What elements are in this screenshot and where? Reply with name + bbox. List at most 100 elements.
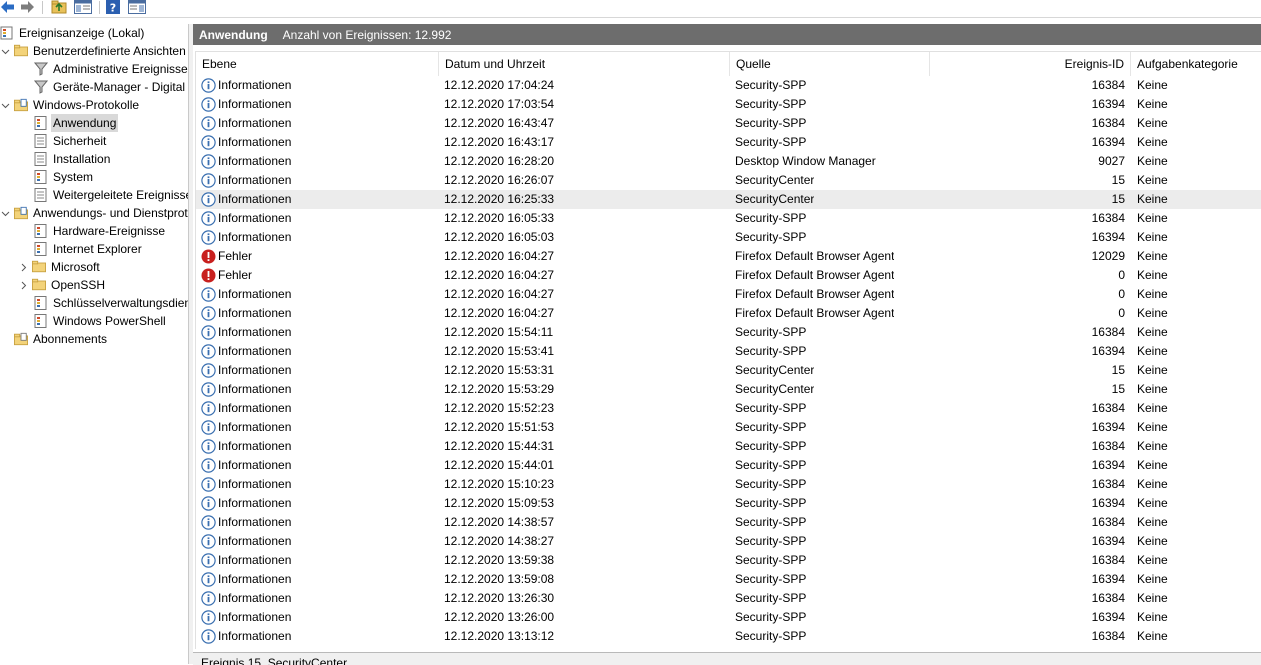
table-row[interactable]: Informationen 12.12.2020 16:05:33 Security…	[196, 209, 1261, 228]
cell-datetime: 12.12.2020 16:25:33	[444, 192, 555, 206]
cell-source: Security-SPP	[735, 116, 807, 130]
table-row[interactable]: Informationen 12.12.2020 15:54:11 Security…	[196, 323, 1261, 342]
cell-level: Informationen	[201, 532, 291, 551]
table-row[interactable]: Informationen 12.12.2020 15:52:23 Security…	[196, 399, 1261, 418]
table-row[interactable]: Informationen 12.12.2020 16:28:20 Desktop …	[196, 152, 1261, 171]
tree-node-hardware-events[interactable]: Hardware-Ereignisse	[34, 222, 167, 240]
tree-node-device-manager[interactable]: Geräte-Manager - Digital	[34, 78, 187, 96]
cell-source: Security-SPP	[735, 135, 807, 149]
level-text: Informationen	[218, 439, 292, 453]
chevron-right-icon[interactable]	[18, 280, 28, 290]
cell-level: Informationen	[201, 475, 291, 494]
table-row[interactable]: Informationen 12.12.2020 15:44:01 Security…	[196, 456, 1261, 475]
info-icon	[201, 629, 216, 644]
event-table: Ebene Datum und Uhrzeit Quelle Ereignis-…	[195, 51, 1261, 649]
chevron-down-icon[interactable]	[0, 208, 10, 218]
folder-icon	[32, 278, 46, 292]
log-header-bar: Anwendung Anzahl von Ereignissen: 12.992	[193, 24, 1261, 45]
table-row[interactable]: Informationen 12.12.2020 17:04:24 Security…	[196, 76, 1261, 95]
table-row[interactable]: Informationen 12.12.2020 13:13:12 Security…	[196, 627, 1261, 646]
info-icon	[201, 173, 216, 188]
cell-event-id: 16384	[1091, 629, 1125, 643]
table-row[interactable]: Informationen 12.12.2020 13:26:00 Security…	[196, 608, 1261, 627]
chevron-down-icon[interactable]	[0, 46, 10, 56]
tree-node-app-service-logs[interactable]: Anwendungs- und Dienstprotokolle	[0, 204, 188, 222]
table-row[interactable]: Informationen 12.12.2020 16:04:27 Firefox …	[196, 285, 1261, 304]
table-row[interactable]: Informationen 12.12.2020 16:05:03 Security…	[196, 228, 1261, 247]
tree-node-root[interactable]: Ereignisanzeige (Lokal)	[0, 24, 146, 42]
tree-node-subscriptions[interactable]: Abonnements	[14, 330, 109, 348]
column-header-event-id[interactable]: Ereignis-ID	[930, 52, 1131, 76]
tree-node-forwarded-events[interactable]: Weitergeleitete Ereignisse	[34, 186, 188, 204]
table-row[interactable]: Informationen 12.12.2020 13:59:38 Security…	[196, 551, 1261, 570]
table-row[interactable]: Informationen 12.12.2020 13:59:08 Security…	[196, 570, 1261, 589]
info-icon	[201, 192, 216, 207]
info-icon	[201, 553, 216, 568]
cell-category: Keine	[1137, 401, 1168, 415]
chevron-down-icon[interactable]	[0, 100, 10, 110]
cell-datetime: 12.12.2020 15:53:31	[444, 363, 555, 377]
cell-datetime: 12.12.2020 13:59:38	[444, 553, 555, 567]
filter-icon	[34, 62, 48, 76]
tree-node-openssh[interactable]: OpenSSH	[18, 276, 107, 294]
tree-node-system[interactable]: System	[34, 168, 95, 186]
tree-node-key-management[interactable]: Schlüsselverwaltungsdienst	[34, 294, 188, 312]
console-tree-icon[interactable]	[73, 0, 93, 14]
cell-event-id: 16384	[1091, 325, 1125, 339]
table-row[interactable]: Informationen 12.12.2020 16:26:07 Security…	[196, 171, 1261, 190]
cell-level: Informationen	[201, 361, 291, 380]
column-header-datetime[interactable]: Datum und Uhrzeit	[439, 52, 730, 76]
cell-source: Security-SPP	[735, 458, 807, 472]
console-tree: Ereignisanzeige (Lokal) Benutzerdefinier…	[0, 24, 188, 664]
table-header: Ebene Datum und Uhrzeit Quelle Ereignis-…	[196, 52, 1261, 76]
tree-node-windows-logs[interactable]: Windows-Protokolle	[0, 96, 141, 114]
chevron-right-icon[interactable]	[18, 262, 28, 272]
table-row[interactable]: Informationen 12.12.2020 13:26:30 Security…	[196, 589, 1261, 608]
table-row[interactable]: Informationen 12.12.2020 16:43:17 Security…	[196, 133, 1261, 152]
column-header-level[interactable]: Ebene	[196, 52, 439, 76]
cell-source: Security-SPP	[735, 78, 807, 92]
table-row[interactable]: Informationen 12.12.2020 14:38:57 Security…	[196, 513, 1261, 532]
table-row[interactable]: Informationen 12.12.2020 16:25:33 Security…	[196, 190, 1261, 209]
tree-node-custom-views[interactable]: Benutzerdefinierte Ansichten	[0, 42, 188, 60]
tree-node-powershell[interactable]: Windows PowerShell	[34, 312, 168, 330]
cell-level: Informationen	[201, 399, 291, 418]
table-row[interactable]: Informationen 12.12.2020 15:53:31 Security…	[196, 361, 1261, 380]
table-row[interactable]: Informationen 12.12.2020 15:09:53 Security…	[196, 494, 1261, 513]
table-row[interactable]: Fehler 12.12.2020 16:04:27 Firefox Default…	[196, 266, 1261, 285]
folder-up-icon[interactable]	[50, 0, 68, 14]
tree-label: Microsoft	[51, 260, 100, 274]
tree-node-microsoft[interactable]: Microsoft	[18, 258, 102, 276]
back-arrow-icon[interactable]	[0, 0, 16, 14]
table-row[interactable]: Informationen 12.12.2020 14:38:27 Security…	[196, 532, 1261, 551]
cell-source: Security-SPP	[735, 325, 807, 339]
table-row[interactable]: Informationen 12.12.2020 15:53:29 Security…	[196, 380, 1261, 399]
table-row[interactable]: Informationen 12.12.2020 15:51:53 Security…	[196, 418, 1261, 437]
cell-level: Informationen	[201, 342, 291, 361]
table-row[interactable]: Informationen 12.12.2020 16:04:27 Firefox …	[196, 304, 1261, 323]
action-pane-icon[interactable]	[127, 0, 147, 14]
tree-node-setup[interactable]: Installation	[34, 150, 112, 168]
tree-node-application[interactable]: Anwendung	[34, 114, 119, 132]
table-row[interactable]: Informationen 12.12.2020 15:53:41 Security…	[196, 342, 1261, 361]
cell-level: Informationen	[201, 418, 291, 437]
tree-label: Schlüsselverwaltungsdienst	[53, 296, 188, 310]
column-header-category[interactable]: Aufgabenkategorie	[1131, 52, 1261, 76]
tree-node-internet-explorer[interactable]: Internet Explorer	[34, 240, 144, 258]
table-row[interactable]: Informationen 12.12.2020 15:10:23 Security…	[196, 475, 1261, 494]
log-icon	[34, 116, 48, 130]
cell-level: Informationen	[201, 323, 291, 342]
forward-arrow-icon[interactable]	[19, 0, 35, 14]
info-icon	[201, 439, 216, 454]
folder-icon	[14, 44, 28, 58]
table-row[interactable]: Fehler 12.12.2020 16:04:27 Firefox Default…	[196, 247, 1261, 266]
tree-node-security[interactable]: Sicherheit	[34, 132, 108, 150]
tree-node-admin-events[interactable]: Administrative Ereignisse	[34, 60, 188, 78]
table-row[interactable]: Informationen 12.12.2020 15:44:31 Security…	[196, 437, 1261, 456]
cell-datetime: 12.12.2020 16:26:07	[444, 173, 555, 187]
log-icon	[34, 296, 48, 310]
table-row[interactable]: Informationen 12.12.2020 17:03:54 Security…	[196, 95, 1261, 114]
table-row[interactable]: Informationen 12.12.2020 16:43:47 Security…	[196, 114, 1261, 133]
column-header-source[interactable]: Quelle	[730, 52, 930, 76]
help-icon[interactable]: ?	[105, 0, 121, 14]
